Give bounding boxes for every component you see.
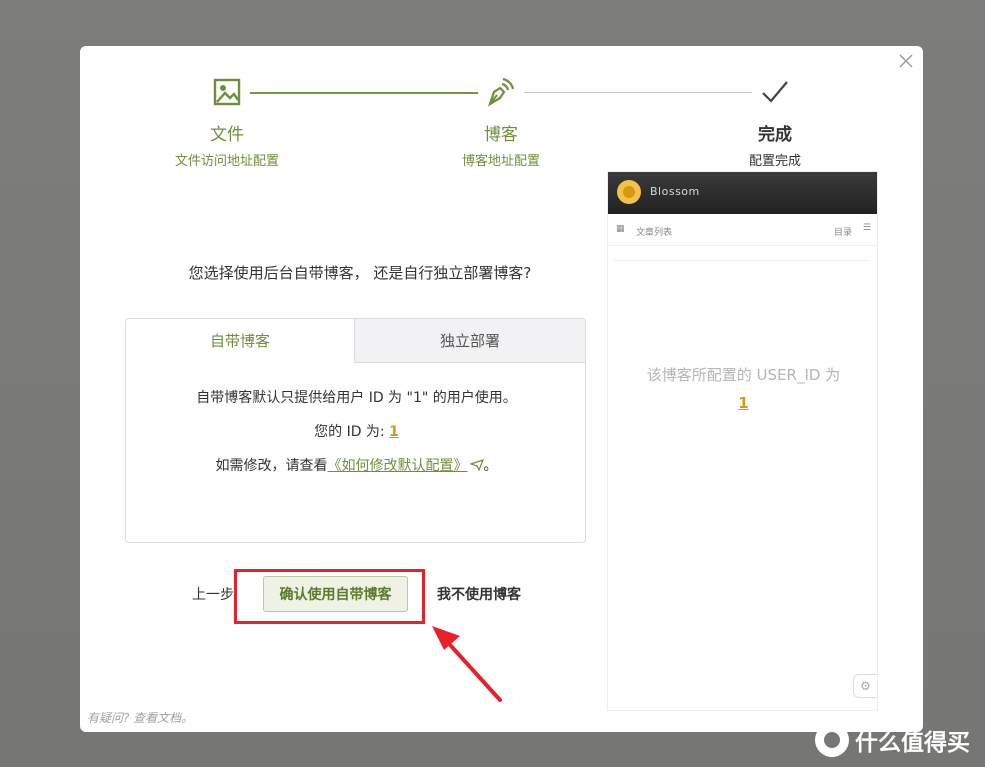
blog-mode-tabs: 自带博客 独立部署 自带博客默认只提供给用户 ID 为 "1" 的用户使用。 您… bbox=[125, 318, 586, 543]
help-docs-link[interactable]: 有疑问? 查看文档。 bbox=[87, 709, 193, 726]
close-button[interactable] bbox=[895, 50, 917, 72]
user-id-row: 您的 ID 为: 1 bbox=[126, 421, 585, 441]
step-title-blog: 博客 bbox=[484, 125, 518, 145]
previous-step-button[interactable]: 上一步 bbox=[192, 584, 234, 604]
question-text: 您选择使用后台自带博客， 还是自行独立部署博客? bbox=[188, 264, 532, 282]
step-connector-1 bbox=[250, 92, 478, 94]
annotation-arrow-icon bbox=[432, 626, 502, 702]
image-icon bbox=[213, 78, 241, 106]
watermark-text: 什么值得买 bbox=[855, 730, 970, 756]
step-subtitle-blog: 博客地址配置 bbox=[461, 154, 540, 169]
preview-toc: 目录 bbox=[833, 228, 852, 238]
preview-article-list: 文章列表 bbox=[636, 228, 673, 238]
blog-preview: Blossom ▦ 文章列表 目录 ☰ 该博客所配置的 USER_ID 为 1 … bbox=[607, 171, 878, 711]
preview-divider-2 bbox=[614, 260, 869, 261]
step-subtitle-file: 文件访问地址配置 bbox=[174, 154, 279, 169]
doc-hint-suffix: 。 bbox=[483, 458, 498, 474]
doc-hint-row: 如需修改，请查看《如何修改默认配置》。 bbox=[126, 455, 585, 475]
pen-nib-icon bbox=[488, 77, 515, 107]
check-icon bbox=[762, 81, 788, 103]
preview-divider bbox=[608, 245, 877, 246]
watermark: 什么值得买 bbox=[815, 723, 970, 757]
preview-user-id-value: 1 bbox=[738, 394, 749, 412]
step-title-done: 完成 bbox=[758, 125, 792, 145]
preview-header: Blossom bbox=[608, 172, 877, 214]
doc-hint-prefix: 如需修改，请查看 bbox=[215, 458, 328, 474]
grid-icon: ▦ bbox=[616, 224, 625, 234]
setup-dialog: 文件 文件访问地址配置 博客 博客地址配置 完成 配置完成 您选择使用后台自带博… bbox=[80, 46, 923, 732]
skip-blog-button[interactable]: 我不使用博客 bbox=[437, 584, 521, 604]
tab-builtin-blog[interactable]: 自带博客 bbox=[126, 319, 354, 363]
blossom-logo-icon bbox=[617, 180, 641, 204]
preview-blog-name: Blossom bbox=[650, 185, 700, 198]
modify-config-doc-link-label: 《如何修改默认配置》 bbox=[327, 458, 468, 474]
preview-user-id-message: 该博客所配置的 USER_ID 为 bbox=[646, 366, 841, 384]
close-icon bbox=[899, 54, 913, 68]
tab-bar: 自带博客 独立部署 bbox=[126, 319, 585, 363]
user-id-label: 您的 ID 为: bbox=[314, 424, 385, 440]
step-title-file: 文件 bbox=[210, 125, 244, 145]
send-icon bbox=[468, 459, 484, 472]
preview-user-id-row: 1 bbox=[608, 394, 877, 412]
step-done: 完成 配置完成 bbox=[685, 46, 865, 176]
list-icon: ☰ bbox=[862, 223, 871, 233]
modify-config-doc-link[interactable]: 《如何修改默认配置》 bbox=[328, 458, 484, 474]
watermark-logo-icon bbox=[815, 723, 849, 757]
preview-toolbar: ▦ 文章列表 目录 ☰ bbox=[608, 220, 877, 244]
builtin-description: 自带博客默认只提供给用户 ID 为 "1" 的用户使用。 bbox=[196, 390, 517, 406]
user-id-value: 1 bbox=[389, 424, 399, 440]
preview-settings-button[interactable]: ⚙ bbox=[853, 674, 877, 698]
confirm-builtin-blog-button[interactable]: 确认使用自带博客 bbox=[263, 576, 408, 612]
gear-icon: ⚙ bbox=[860, 679, 871, 693]
step-subtitle-done: 配置完成 bbox=[748, 154, 801, 169]
tab-standalone-deploy[interactable]: 独立部署 bbox=[354, 319, 585, 363]
